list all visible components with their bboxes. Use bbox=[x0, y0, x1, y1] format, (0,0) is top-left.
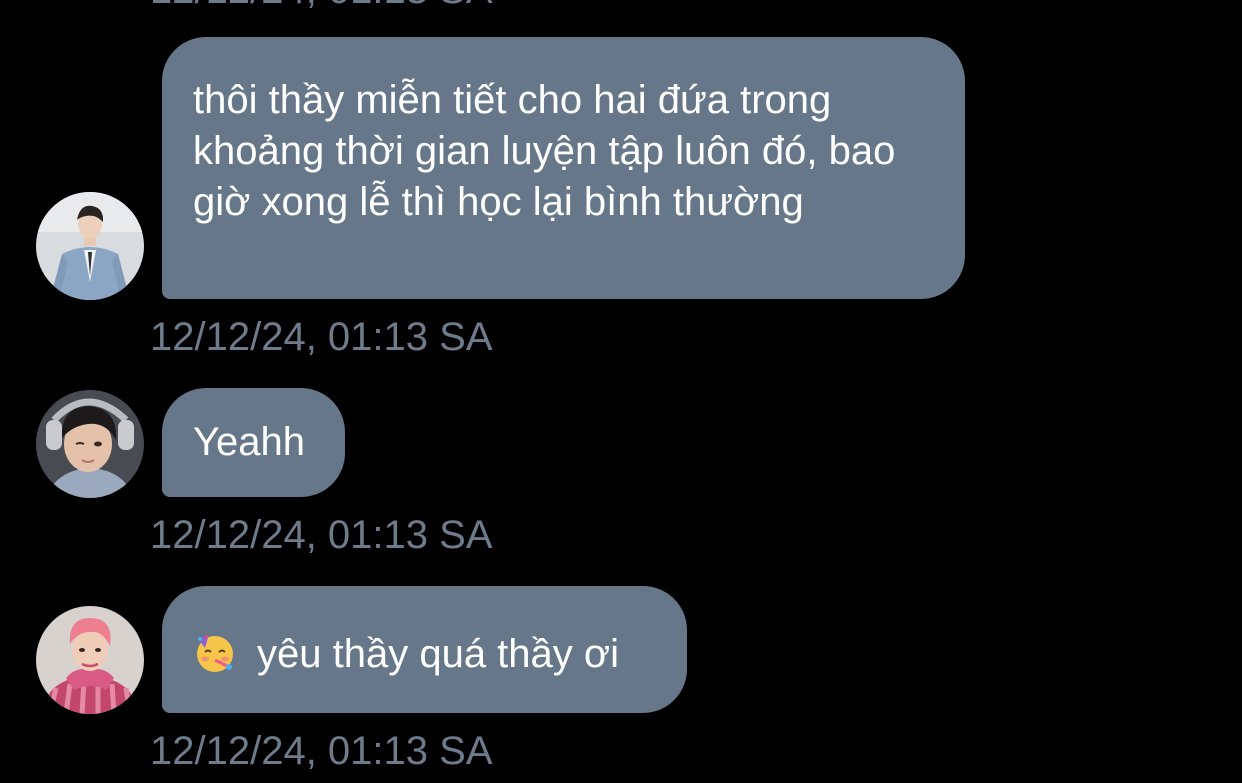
sender-avatar[interactable] bbox=[36, 606, 144, 714]
avatar-man-headphones-icon bbox=[36, 390, 144, 498]
message-bubble[interactable]: yêu thầy quá thầy ơi bbox=[162, 586, 687, 713]
message-text: yêu thầy quá thầy ơi bbox=[193, 629, 657, 680]
sender-avatar[interactable] bbox=[36, 192, 144, 300]
avatar-pink-hair-icon bbox=[36, 606, 144, 714]
message-timestamp: 12/12/24, 01:13 SA bbox=[150, 729, 493, 773]
message-text: Yeahh bbox=[193, 420, 305, 464]
previous-message-timestamp: 12/12/24, 01:13 SA bbox=[150, 0, 493, 10]
partying-face-emoji-icon bbox=[193, 630, 237, 674]
sender-avatar[interactable] bbox=[36, 390, 144, 498]
message-timestamp: 12/12/24, 01:13 SA bbox=[150, 513, 493, 557]
message-bubble[interactable]: thôi thầy miễn tiết cho hai đứa trong kh… bbox=[162, 37, 965, 299]
message-bubble[interactable]: Yeahh bbox=[162, 388, 345, 497]
message-timestamp: 12/12/24, 01:13 SA bbox=[150, 315, 493, 359]
avatar-man-blue-suit-icon bbox=[36, 192, 144, 300]
message-text: thôi thầy miễn tiết cho hai đứa trong kh… bbox=[193, 78, 896, 224]
message-text-content: yêu thầy quá thầy ơi bbox=[257, 632, 620, 676]
